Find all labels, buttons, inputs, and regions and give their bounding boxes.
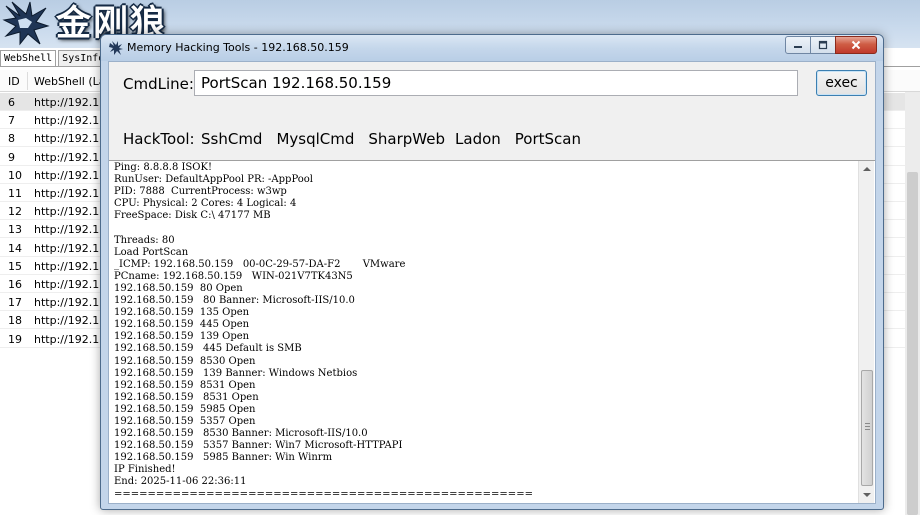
dialog-title: Memory Hacking Tools - 192.168.50.159 [127, 41, 349, 54]
close-icon [851, 40, 861, 50]
output-line: Ping: 8.8.8.8 ISOK! [114, 162, 212, 173]
grip-icon [865, 423, 870, 430]
output-line: 192.168.50.159 445 Default is SMB [114, 343, 302, 355]
close-button[interactable] [835, 36, 877, 54]
output-line: 192.168.50.159 8531 Open [114, 391, 259, 403]
output-line: 192.168.50.159 8530 Open [114, 355, 256, 367]
minimize-icon [794, 46, 802, 48]
exec-button[interactable]: exec [816, 70, 867, 96]
output-line: 192.168.50.159 139 Open [114, 331, 250, 343]
row-id: 13 [8, 223, 22, 237]
tool-link-ladon[interactable]: Ladon [455, 130, 501, 148]
memory-hacking-tools-dialog: Memory Hacking Tools - 192.168.50.159 Cm… [100, 34, 884, 510]
column-header-id[interactable]: ID [8, 75, 20, 88]
output-line: 192.168.50.159 5357 Open [114, 415, 256, 427]
output-line: End: 2025-11-06 22:36:11 [114, 476, 247, 488]
maximize-button[interactable] [810, 36, 836, 54]
output-line: 192.168.50.159 8530 Banner: Microsoft-II… [114, 428, 368, 440]
output-scroll-thumb[interactable] [861, 370, 873, 486]
wolf-emblem-icon [2, 1, 50, 46]
row-id: 14 [8, 241, 22, 255]
tab-webshell[interactable]: WebShell [0, 50, 57, 67]
row-id: 19 [8, 332, 22, 346]
output-line: FreeSpace: Disk C:\ 47177 MB [114, 210, 271, 222]
tool-link-portscan[interactable]: PortScan [515, 130, 581, 148]
hacktool-links: SshCmd MysqlCmd SharpWeb Ladon PortScan [201, 130, 595, 148]
output-line: IP Finished! [114, 464, 176, 476]
chevron-up-icon [863, 167, 871, 171]
output-line: _ICMP: 192.168.50.159 00-0C-29-57-DA-F2 … [114, 258, 406, 270]
output-line: RunUser: DefaultAppPool PR: -AppPool [114, 174, 314, 186]
output-line: 192.168.50.159 135 Open [114, 307, 250, 319]
dialog-titlebar[interactable]: Memory Hacking Tools - 192.168.50.159 [101, 35, 883, 61]
window-controls [785, 36, 877, 54]
cmdline-label: CmdLine: [123, 75, 194, 93]
output-line: 192.168.50.159 8531 Open [114, 379, 256, 391]
row-id: 15 [8, 259, 22, 273]
wolf-icon [109, 41, 123, 55]
output-line: 192.168.50.159 445 Open [114, 319, 250, 331]
chevron-down-icon [863, 493, 871, 497]
output-line: 192.168.50.159 139 Banner: Windows Netbi… [114, 367, 358, 379]
tool-link-sshcmd[interactable]: SshCmd [201, 130, 262, 148]
output-text: Ping: 8.8.8.8 ISOK! RunUser: DefaultAppPo… [114, 162, 854, 502]
output-textarea[interactable]: Ping: 8.8.8.8 ISOK! RunUser: DefaultAppPo… [109, 160, 875, 503]
tool-link-sharpweb[interactable]: SharpWeb [368, 130, 445, 148]
output-line: Threads: 80 [114, 234, 175, 246]
bg-scrollbar-thumb[interactable] [907, 172, 918, 515]
output-line: ========================================… [114, 488, 533, 500]
cmdline-input[interactable] [194, 70, 798, 96]
scroll-down-arrow[interactable] [859, 487, 875, 503]
row-id: 9 [8, 150, 15, 164]
output-line: 192.168.50.159 5985 Open [114, 403, 256, 415]
output-line: 192.168.50.159 5357 Banner: Win7 Microso… [114, 440, 403, 452]
output-line: Load PortScan [114, 246, 189, 258]
scroll-up-arrow[interactable] [859, 161, 875, 177]
maximize-icon [818, 40, 828, 50]
row-id: 6 [8, 96, 15, 109]
row-id: 11 [8, 187, 22, 200]
output-line: CPU: Physical: 2 Cores: 4 Logical: 4 [114, 198, 297, 210]
row-id: 12 [8, 205, 22, 219]
hacktool-label: HackTool: [123, 130, 195, 148]
bg-tab-strip: WebShell SysInfo [0, 50, 110, 67]
column-header-webshell[interactable]: WebShell (La [34, 75, 105, 88]
row-id: 16 [8, 278, 22, 291]
output-line: PID: 7888 CurrentProcess: w3wp [114, 186, 287, 198]
output-line: PCname: 192.168.50.159 WIN-021V7TK43N5 [114, 270, 353, 282]
output-line: 192.168.50.159 80 Banner: Microsoft-IIS/… [114, 295, 355, 307]
dialog-client-area: CmdLine: exec HackTool: SshCmd MysqlCmd … [108, 61, 876, 504]
row-id: 7 [8, 114, 15, 128]
row-id: 10 [8, 168, 22, 182]
tool-link-mysqlcmd[interactable]: MysqlCmd [276, 130, 354, 148]
row-id: 8 [8, 132, 15, 146]
column-divider [27, 72, 28, 90]
output-line: 192.168.50.159 5985 Banner: Win Winrm [114, 452, 333, 464]
minimize-button[interactable] [785, 36, 811, 54]
output-line: 192.168.50.159 80 Open [114, 282, 243, 294]
row-id: 17 [8, 296, 22, 310]
row-id: 18 [8, 314, 22, 328]
output-scrollbar[interactable] [858, 161, 874, 503]
